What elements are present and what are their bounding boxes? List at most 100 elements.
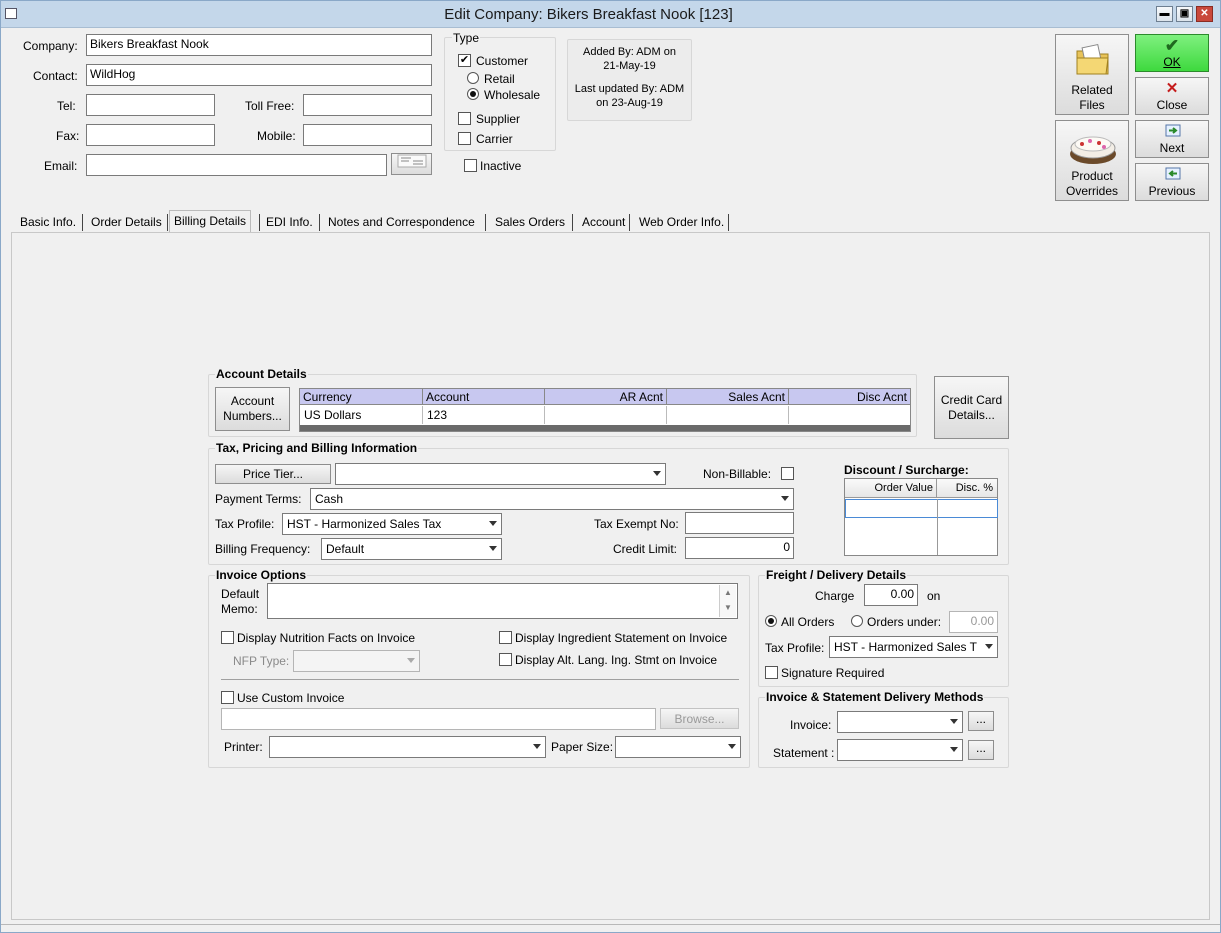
tollfree-field[interactable] [303,94,432,116]
product-overrides-label-2: Overrides [1065,184,1118,198]
next-button[interactable]: Next [1135,120,1209,158]
carrier-label: Carrier [476,132,513,146]
grid-cell-account[interactable]: 123 [423,406,545,424]
tax-profile-select[interactable]: HST - Harmonized Sales Tax [282,513,502,535]
freight-tax-profile-select[interactable]: HST - Harmonized Sales T [829,636,998,658]
tel-label: Tel: [57,99,76,113]
chevron-down-icon [950,719,958,724]
all-orders-radio[interactable] [765,615,777,627]
email-field[interactable] [86,154,387,176]
paper-size-select[interactable] [615,736,741,758]
tax-exempt-field[interactable] [685,512,794,534]
tab-edi-info[interactable]: EDI Info. [262,213,317,233]
tab-sales-orders[interactable]: Sales Orders [491,213,569,233]
nutrition-facts-label: Display Nutrition Facts on Invoice [237,631,416,645]
next-label: Next [1159,141,1185,155]
discount-row-new[interactable] [845,499,998,518]
billing-frequency-select[interactable]: Default [321,538,502,560]
tab-separator [167,214,168,231]
email-compose-button[interactable] [391,153,432,175]
mobile-field[interactable] [303,124,432,146]
inactive-checkbox[interactable] [464,159,477,172]
price-tier-select[interactable] [335,463,666,485]
orders-under-radio[interactable] [851,615,863,627]
edit-company-window: Edit Company: Bikers Breakfast Nook [123… [0,0,1221,933]
charge-field[interactable]: 0.00 [864,584,918,606]
alt-lang-checkbox[interactable] [499,653,512,666]
nfp-type-select[interactable] [293,650,420,672]
non-billable-checkbox[interactable] [781,467,794,480]
minimize-icon[interactable]: ▬ [1156,6,1173,22]
contact-field[interactable]: WildHog [86,64,432,86]
tab-account[interactable]: Account [578,213,629,233]
grid-cell-currency[interactable]: US Dollars [300,406,423,424]
wholesale-radio[interactable] [467,88,479,100]
tax-profile-label: Tax Profile: [215,517,275,531]
tel-field[interactable] [86,94,215,116]
invoice-options-title: Invoice Options [215,568,308,582]
default-memo-field[interactable] [267,583,738,619]
account-numbers-button[interactable]: Account Numbers... [215,387,290,431]
invoice-delivery-label: Invoice: [790,718,832,732]
default-memo-label: Default [221,587,260,601]
grid-header-currency: Currency [300,389,423,405]
related-files-button[interactable]: Related Files [1055,34,1129,115]
tab-separator [259,214,260,231]
added-date-text: 21-May-19 [603,60,656,72]
tab-billing-details[interactable]: Billing Details [169,210,252,234]
grid-cell-disc-acnt[interactable] [789,406,910,424]
related-files-label: Related [1071,83,1113,97]
fax-field[interactable] [86,124,215,146]
tab-separator [319,214,320,231]
statement-delivery-more-button[interactable]: ... [968,740,994,760]
payment-terms-select[interactable]: Cash [310,488,794,510]
account-grid[interactable]: Currency Account AR Acnt Sales Acnt Disc… [299,388,911,432]
custom-invoice-checkbox[interactable] [221,691,234,704]
contact-label: Contact: [33,69,78,83]
customer-checkbox[interactable]: ✔ [458,54,471,67]
discount-surcharge-title: Discount / Surcharge: [843,463,970,477]
fax-label: Fax: [56,129,80,143]
retail-radio[interactable] [467,72,479,84]
custom-invoice-path-field[interactable] [221,708,656,730]
ok-button[interactable]: ✔ OK [1135,34,1209,72]
previous-button[interactable]: Previous [1135,163,1209,201]
maximize-icon[interactable]: ▣ [1176,6,1193,22]
tab-notes-and-correspondence[interactable]: Notes and Correspondence [324,213,479,233]
grid-cell-ar-acnt[interactable] [545,406,667,424]
grid-scrollbar[interactable] [300,425,910,431]
ingredient-statement-checkbox[interactable] [499,631,512,644]
statement-delivery-select[interactable] [837,739,963,761]
discount-header-disc-pct: Disc. % [937,479,997,498]
printer-select[interactable] [269,736,546,758]
folder-icon [1076,43,1109,75]
tab-separator [82,214,83,231]
invoice-delivery-select[interactable] [837,711,963,733]
nutrition-facts-checkbox[interactable] [221,631,234,644]
invoice-delivery-more-button[interactable]: ... [968,711,994,731]
price-tier-button[interactable]: Price Tier... [215,464,331,484]
company-field[interactable]: Bikers Breakfast Nook [86,34,432,56]
account-details-title: Account Details [215,367,308,381]
nfp-type-label: NFP Type: [233,654,290,668]
close-window-icon[interactable]: ✕ [1196,6,1213,22]
supplier-checkbox[interactable] [458,112,471,125]
added-by-text: Added By: ADM on [583,46,676,58]
browse-button[interactable]: Browse... [660,708,739,729]
tab-basic-info[interactable]: Basic Info. [16,213,80,233]
tab-web-order-info[interactable]: Web Order Info. [635,213,728,233]
signature-required-checkbox[interactable] [765,666,778,679]
chevron-down-icon [728,744,736,749]
credit-card-details-button[interactable]: Credit Card Details... [934,376,1009,439]
related-files-label-2: Files [1079,98,1105,112]
delivery-methods-title: Invoice & Statement Delivery Methods [765,690,985,704]
credit-limit-field[interactable]: 0 [685,537,794,559]
grid-cell-sales-acnt[interactable] [667,406,789,424]
close-button[interactable]: ✕ Close [1135,77,1209,115]
memo-scrollbar[interactable]: ▲ ▼ [719,585,736,617]
tab-order-details[interactable]: Order Details [87,213,166,233]
discount-grid[interactable]: Order Value Disc. % [844,478,998,556]
carrier-checkbox[interactable] [458,132,471,145]
product-overrides-button[interactable]: Product Overrides [1055,120,1129,201]
orders-under-field[interactable]: 0.00 [949,611,998,633]
